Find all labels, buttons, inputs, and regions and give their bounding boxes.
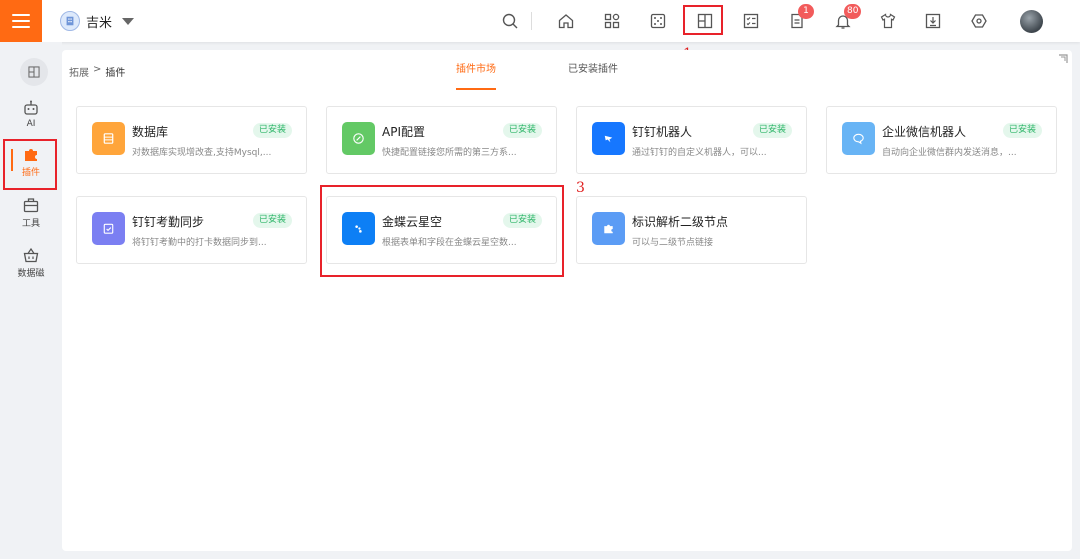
collapse-corner-icon[interactable]: [1058, 54, 1068, 64]
extension-layout-icon[interactable]: [693, 9, 717, 33]
download-icon[interactable]: [921, 9, 945, 33]
tab-plugin-market[interactable]: 插件市场: [442, 50, 510, 90]
link-icon: [342, 122, 375, 155]
settings-hex-icon[interactable]: [967, 9, 991, 33]
basket-icon: [23, 247, 39, 262]
document-badge: 1: [798, 4, 814, 19]
home-icon[interactable]: [554, 9, 578, 33]
nav-home-button[interactable]: [20, 58, 48, 86]
nav-label-datastore: 数据磁: [17, 268, 45, 279]
plugin-title: 企业微信机器人: [882, 125, 967, 139]
tab-installed-plugins[interactable]: 已安装插件: [554, 50, 632, 90]
plugin-card-api-config[interactable]: API配置 快捷配置链接您所需的第三方系... 已安装: [326, 106, 557, 174]
plugin-card-wechat-work-robot[interactable]: 企业微信机器人 自动向企业微信群内发送消息，... 已安装: [826, 106, 1057, 174]
attendance-icon: [92, 212, 125, 245]
checklist-icon[interactable]: [739, 9, 763, 33]
plugin-desc: 自动向企业微信群内发送消息，...: [882, 148, 1017, 158]
plugin-desc: 将钉钉考勤中的打卡数据同步到...: [132, 238, 267, 248]
toolbar-separator: [531, 12, 532, 30]
layout-icon: [28, 66, 40, 78]
nav-item-plugin[interactable]: 插件: [0, 139, 62, 183]
caret-down-icon: [122, 17, 135, 25]
plugin-card-database[interactable]: 数据库 对数据库实现增改查,支持Mysql,... 已安装: [76, 106, 307, 174]
plugin-desc: 根据表单和字段在金蝶云星空数...: [382, 238, 517, 248]
search-icon[interactable]: [498, 9, 522, 33]
apps-grid-icon[interactable]: [600, 9, 624, 33]
installed-badge: 已安装: [252, 213, 292, 228]
plugin-desc: 通过钉钉的自定义机器人，可以...: [632, 148, 767, 158]
bell-icon[interactable]: 80: [831, 4, 862, 33]
building-icon: [60, 11, 80, 31]
breadcrumb-separator: >: [93, 64, 102, 75]
plugin-title: 标识解析二级节点: [632, 215, 729, 229]
plugin-desc: 可以与二级节点链接: [632, 238, 714, 248]
installed-badge: 已安装: [502, 123, 542, 138]
robot-icon: [24, 100, 38, 115]
installed-badge: 已安装: [502, 213, 542, 228]
nav-item-tools[interactable]: 工具: [0, 190, 62, 234]
plugin-title: 金蝶云星空: [382, 215, 443, 229]
annotation-number-3: 3: [576, 180, 585, 196]
plugin-card-kingdee[interactable]: 金蝶云星空 根据表单和字段在金蝶云星空数... 已安装: [326, 196, 557, 264]
plugin-desc: 快捷配置链接您所需的第三方系...: [382, 148, 517, 158]
dice-icon[interactable]: [646, 9, 670, 33]
installed-badge: 已安装: [252, 123, 292, 138]
plugin-desc: 对数据库实现增改查,支持Mysql,...: [132, 148, 272, 158]
kingdee-icon: [342, 212, 375, 245]
breadcrumb: 拓展 > 插件: [69, 64, 125, 79]
hamburger-icon: [12, 14, 30, 28]
nav-label-tools: 工具: [21, 218, 40, 229]
top-bar: 吉米 1 80: [0, 0, 1080, 42]
notification-badge: 80: [844, 4, 862, 19]
installed-badge: 已安装: [1002, 123, 1042, 138]
plugin-title: 钉钉考勤同步: [132, 215, 205, 229]
plugin-title: API配置: [382, 125, 425, 139]
breadcrumb-current: 插件: [105, 68, 126, 79]
tshirt-icon[interactable]: [876, 9, 900, 33]
plugin-card-dingtalk-attendance[interactable]: 钉钉考勤同步 将钉钉考勤中的打卡数据同步到... 已安装: [76, 196, 307, 264]
wechat-work-icon: [842, 122, 875, 155]
user-avatar[interactable]: [1020, 10, 1043, 33]
dingtalk-icon: [592, 122, 625, 155]
toolbox-icon: [23, 197, 39, 212]
nav-item-datastore[interactable]: 数据磁: [0, 240, 62, 284]
plugin-title: 钉钉机器人: [632, 125, 693, 139]
document-icon[interactable]: 1: [785, 4, 814, 33]
left-nav: AI 插件 工具 数据磁: [0, 42, 62, 559]
nav-label-ai: AI: [26, 119, 36, 129]
installed-badge: 已安装: [752, 123, 792, 138]
plugin-card-dingtalk-robot[interactable]: 钉钉机器人 通过钉钉的自定义机器人，可以... 已安装: [576, 106, 807, 174]
nav-label-plugin: 插件: [21, 167, 40, 178]
main-panel: 拓展 > 插件 插件市场 已安装插件 数据库 对数据库实现增改查,支持Mysql…: [62, 50, 1072, 551]
tabs: 插件市场 已安装插件: [442, 50, 676, 90]
nav-item-ai[interactable]: AI: [0, 92, 62, 136]
org-name: 吉米: [86, 15, 113, 31]
puzzle-icon: [25, 148, 37, 161]
breadcrumb-parent[interactable]: 拓展: [69, 64, 89, 79]
plugin-title: 数据库: [132, 125, 169, 139]
plugin-card-identifier-node[interactable]: 标识解析二级节点 可以与二级节点链接: [576, 196, 807, 264]
puzzle-piece-icon: [592, 212, 625, 245]
main-menu-button[interactable]: [0, 0, 42, 42]
database-icon: [92, 122, 125, 155]
org-switcher[interactable]: 吉米: [60, 10, 135, 32]
